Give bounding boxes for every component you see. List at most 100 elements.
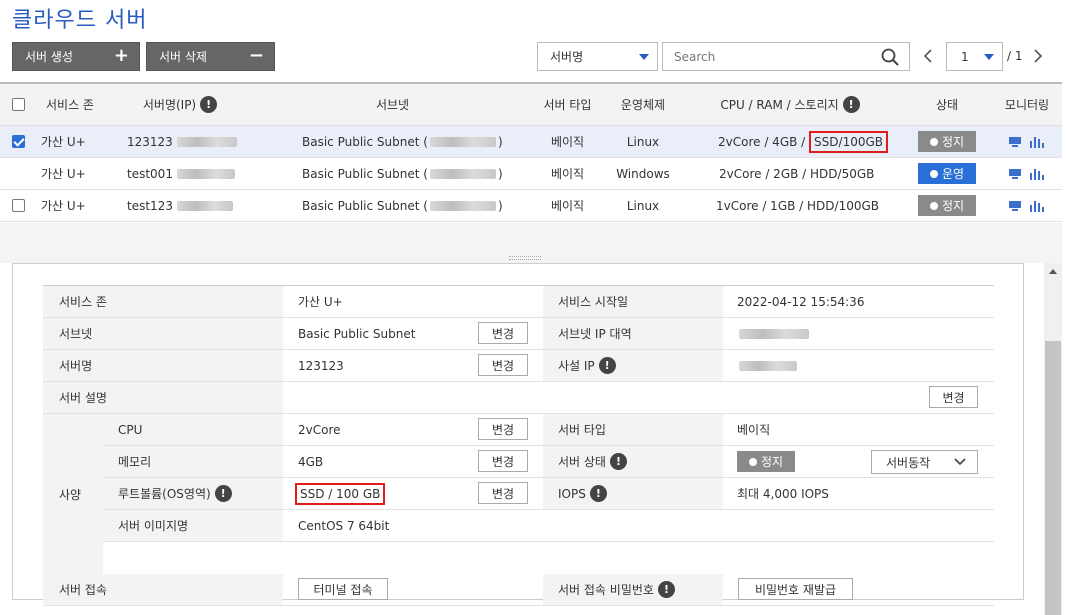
- create-server-label: 서버 생성: [25, 50, 73, 64]
- header-name[interactable]: 서버명(IP) !: [120, 84, 240, 125]
- header-zone[interactable]: 서비스 존: [30, 84, 110, 125]
- row-checkbox[interactable]: [12, 135, 25, 148]
- server-table: 서비스 존 서버명(IP) ! 서브넷 서버 타입 운영체제 CPU / RAM…: [0, 82, 1062, 222]
- start-date-value: 2022-04-12 15:54:36: [737, 294, 865, 309]
- bar-chart-icon[interactable]: [1028, 200, 1044, 212]
- private-ip-value: [737, 350, 799, 381]
- row-subnet-close: ): [497, 198, 503, 213]
- row-subnet-text: Basic Public Subnet (: [302, 198, 428, 213]
- header-os[interactable]: 운영체제: [608, 84, 678, 125]
- subnet-change-button[interactable]: 변경: [478, 322, 528, 344]
- masked-subnet-ip: [739, 328, 809, 339]
- table-row[interactable]: 가산 U+ test123 Basic Public Subnet ( ) 베이…: [0, 190, 1062, 222]
- monitor-icon[interactable]: [1008, 200, 1022, 212]
- row-monitor: [1008, 126, 1044, 157]
- search-field-select[interactable]: 서버명: [537, 42, 658, 71]
- row-subnet: Basic Public Subnet ( ): [302, 190, 503, 221]
- page-number: 1: [961, 49, 969, 64]
- row-name[interactable]: test123: [127, 190, 235, 221]
- cpu-change-button[interactable]: 변경: [478, 418, 528, 440]
- status-text: 정지: [760, 455, 784, 469]
- server-type-value: 베이직: [737, 423, 771, 437]
- reissue-password-button[interactable]: 비밀번호 재발급: [738, 578, 853, 600]
- image-value: CentOS 7 64bit: [298, 518, 390, 533]
- header-spec-label: CPU / RAM / 스토리지: [720, 98, 839, 112]
- resize-handle[interactable]: [509, 256, 541, 260]
- table-header: 서비스 존 서버명(IP) ! 서브넷 서버 타입 운영체제 CPU / RAM…: [0, 82, 1062, 126]
- masked-subnet: [429, 136, 496, 147]
- server-status-label-text: 서버 상태: [558, 455, 606, 469]
- spec-label: 사양: [43, 414, 103, 574]
- row-status-cell: 정지: [918, 190, 976, 221]
- detail-row: 서버 이미지명 CentOS 7 64bit: [103, 510, 994, 542]
- row-checkbox[interactable]: [12, 199, 25, 212]
- memory-change-button[interactable]: 변경: [478, 450, 528, 472]
- bar-chart-icon[interactable]: [1028, 168, 1044, 180]
- scroll-up-icon[interactable]: [1049, 269, 1057, 274]
- row-subnet-text: Basic Public Subnet (: [302, 134, 428, 149]
- detail-row: 서브넷 Basic Public Subnet 변경 서브넷 IP 대역: [43, 318, 994, 350]
- row-os: Linux: [626, 198, 660, 213]
- table-row[interactable]: 가산 U+ 123123 Basic Public Subnet ( ) 베이직…: [0, 126, 1062, 158]
- spec-group: 사양 CPU 2vCore 변경 서버 타입 베이직 메모리 4GB 변경 서버…: [43, 414, 994, 574]
- select-all-checkbox[interactable]: [12, 98, 25, 111]
- create-server-button[interactable]: 서버 생성 +: [12, 42, 140, 71]
- header-spec[interactable]: CPU / RAM / 스토리지 !: [700, 84, 880, 125]
- info-icon[interactable]: !: [657, 581, 675, 598]
- detail-row: 서버명 123123 변경 사설 IP !: [43, 350, 994, 382]
- detail-row: 서비스 존 가산 U+ 서비스 시작일 2022-04-12 15:54:36: [43, 286, 994, 318]
- info-icon[interactable]: !: [598, 357, 616, 374]
- name-change-button[interactable]: 변경: [478, 354, 528, 376]
- memory-label: 메모리: [103, 446, 283, 477]
- row-name[interactable]: test001: [127, 158, 237, 189]
- chevron-down-icon: [954, 458, 966, 466]
- row-type: 베이직: [550, 167, 585, 181]
- row-subnet: Basic Public Subnet ( ): [302, 126, 503, 157]
- page-select[interactable]: 1: [946, 42, 1003, 71]
- header-subnet[interactable]: 서브넷: [300, 84, 485, 125]
- server-status-label: 서버 상태 !: [543, 446, 723, 477]
- scrollbar-thumb[interactable]: [1045, 341, 1061, 615]
- zone-label: 서비스 존: [43, 286, 283, 317]
- table-row[interactable]: 가산 U+ test001 Basic Public Subnet ( ) 베이…: [0, 158, 1062, 190]
- monitor-icon[interactable]: [1008, 168, 1022, 180]
- info-icon[interactable]: !: [200, 96, 218, 113]
- search-field-value: 서버명: [550, 50, 584, 64]
- header-type[interactable]: 서버 타입: [535, 84, 600, 125]
- detail-row: 루트볼륨(OS영역) ! SSD / 100 GB 변경 IOPS ! 최대 4…: [103, 478, 994, 510]
- masked-private-ip: [739, 360, 797, 371]
- subnet-ip-label: 서브넷 IP 대역: [543, 318, 723, 349]
- status-dot-icon: [748, 457, 757, 466]
- server-action-select[interactable]: 서버동작: [871, 450, 978, 474]
- row-name-text: test001: [127, 166, 173, 181]
- masked-subnet: [429, 200, 496, 211]
- detail-row: CPU 2vCore 변경 서버 타입 베이직: [103, 414, 994, 446]
- info-icon[interactable]: !: [589, 485, 607, 502]
- header-status[interactable]: 상태: [915, 84, 979, 125]
- info-icon[interactable]: !: [609, 453, 627, 470]
- search-icon[interactable]: [881, 48, 899, 66]
- bar-chart-icon[interactable]: [1028, 136, 1044, 148]
- server-name-value: 123123: [298, 358, 344, 373]
- row-name[interactable]: 123123: [127, 126, 239, 157]
- caret-down-icon: [984, 54, 994, 60]
- terminal-access-button[interactable]: 터미널 접속: [298, 578, 388, 600]
- subnet-label: 서브넷: [43, 318, 283, 349]
- row-name-text: 123123: [127, 134, 173, 149]
- description-change-button[interactable]: 변경: [929, 386, 978, 408]
- chevron-right-icon[interactable]: [1032, 48, 1044, 64]
- root-volume-change-button[interactable]: 변경: [478, 482, 528, 504]
- subnet-value: Basic Public Subnet: [298, 326, 416, 341]
- search-input[interactable]: [663, 43, 863, 70]
- chevron-left-icon[interactable]: [922, 48, 934, 64]
- delete-server-label: 서버 삭제: [159, 50, 207, 64]
- status-text: 운영: [941, 167, 965, 181]
- page-title: 클라우드 서버: [12, 8, 148, 33]
- monitor-icon[interactable]: [1008, 136, 1022, 148]
- row-type: 베이직: [550, 199, 585, 213]
- info-icon[interactable]: !: [842, 96, 860, 113]
- scrollbar[interactable]: [1044, 263, 1062, 615]
- delete-server-button[interactable]: 서버 삭제 −: [146, 42, 275, 71]
- iops-value: 최대 4,000 IOPS: [737, 487, 829, 501]
- info-icon[interactable]: !: [214, 485, 232, 502]
